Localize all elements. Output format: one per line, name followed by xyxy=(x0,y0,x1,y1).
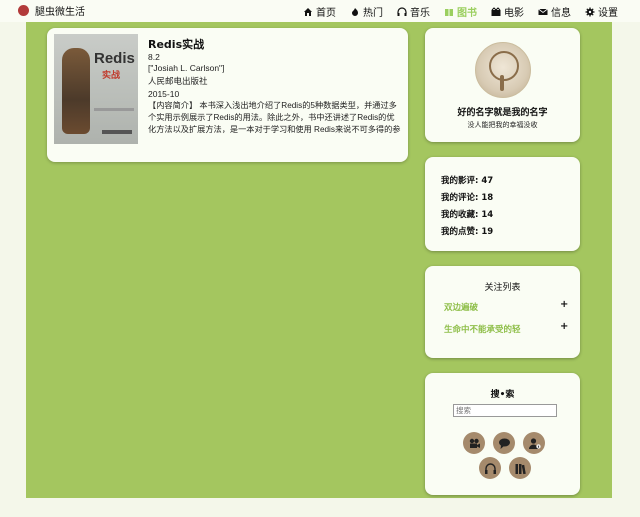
stat-value: 18 xyxy=(481,193,494,203)
search-card: 搜•索 xyxy=(425,373,580,495)
stat-reviews[interactable]: 我的影评: 47 xyxy=(441,174,493,186)
avatar[interactable] xyxy=(475,42,531,98)
brand-name: 腿虫微生活 xyxy=(35,7,85,18)
follow-card: 关注列表 双边遍破 + 生命中不能承受的轻 + xyxy=(425,266,580,358)
cover-subtitle: 实战 xyxy=(102,71,121,81)
profile-name: 好的名字就是我的名字 xyxy=(457,108,548,118)
nav-settings[interactable]: 设置 xyxy=(585,4,618,19)
stat-label: 我的点赞: xyxy=(441,227,479,237)
book-cover-image[interactable]: Redis 实战 xyxy=(54,34,138,144)
follow-title: 关注列表 xyxy=(484,283,521,293)
home-icon xyxy=(304,7,312,16)
nav-messages[interactable]: 信息 xyxy=(538,4,571,19)
page-margin-bottom xyxy=(26,498,612,517)
cover-figure xyxy=(62,48,90,134)
top-navbar: 腿虫微生活 首页 热门 音乐 图书 电影 信息 设置 xyxy=(0,0,640,23)
movie-camera-icon[interactable] xyxy=(463,432,485,454)
cover-divider xyxy=(94,108,134,111)
search-input[interactable] xyxy=(453,404,557,417)
stat-label: 我的影评: xyxy=(441,176,479,186)
nav-label: 电影 xyxy=(504,8,524,19)
follow-add-button[interactable]: + xyxy=(560,321,568,332)
book-icon xyxy=(445,8,453,16)
gear-icon xyxy=(585,7,595,16)
brand[interactable]: 腿虫微生活 xyxy=(18,3,85,18)
stats-card: 我的影评: 47 我的评论: 18 我的收藏: 14 我的点赞: 19 xyxy=(425,157,580,251)
book-publisher: 人民邮电出版社 xyxy=(148,76,208,86)
profile-motto: 没人能把我的幸福没收 xyxy=(467,121,538,129)
fire-icon xyxy=(352,7,358,16)
feather-icon xyxy=(500,75,504,91)
books-icon[interactable] xyxy=(509,457,531,479)
user-info-icon[interactable] xyxy=(523,432,545,454)
book-author: ["Josiah L. Carlson"] xyxy=(148,63,225,73)
nav-label: 图书 xyxy=(457,8,477,19)
stat-likes[interactable]: 我的点赞: 19 xyxy=(441,225,493,237)
book-rating: 8.2 xyxy=(148,52,160,62)
stat-value: 14 xyxy=(481,210,494,220)
stat-favorites[interactable]: 我的收藏: 14 xyxy=(441,208,493,220)
headphones-icon[interactable] xyxy=(479,457,501,479)
envelope-icon xyxy=(538,8,548,15)
stat-value: 47 xyxy=(481,176,494,186)
nav-home[interactable]: 首页 xyxy=(303,4,336,19)
dreamcatcher-icon xyxy=(489,51,519,81)
page-margin-left xyxy=(0,22,26,517)
nav-books[interactable]: 图书 xyxy=(444,4,477,19)
book-intro: 【内容简介】 本书深入浅出地介绍了Redis的5种数据类型，并通过多个实用示例展… xyxy=(148,101,401,134)
book-date: 2015-10 xyxy=(148,89,180,99)
follow-item[interactable]: 双边遍破 xyxy=(444,301,478,313)
headphones-icon xyxy=(397,6,407,16)
follow-add-button[interactable]: + xyxy=(560,299,568,310)
main-nav: 首页 热门 音乐 图书 电影 信息 设置 xyxy=(303,4,618,19)
stat-label: 我的评论: xyxy=(441,193,479,203)
nav-label: 首页 xyxy=(316,8,336,19)
stat-value: 19 xyxy=(481,227,494,237)
nav-label: 音乐 xyxy=(410,8,430,19)
nav-label: 设置 xyxy=(598,8,618,19)
film-icon xyxy=(491,6,501,16)
brand-logo-icon xyxy=(18,5,29,16)
nav-label: 信息 xyxy=(551,8,571,19)
search-title: 搜•索 xyxy=(490,390,515,400)
follow-item[interactable]: 生命中不能承受的轻 xyxy=(444,323,521,335)
chat-bubble-icon[interactable] xyxy=(493,432,515,454)
stat-label: 我的收藏: xyxy=(441,210,479,220)
nav-hot[interactable]: 热门 xyxy=(350,4,383,19)
nav-label: 热门 xyxy=(363,8,383,19)
cover-title: Redis xyxy=(94,50,135,67)
profile-card: 好的名字就是我的名字 没人能把我的幸福没收 xyxy=(425,28,580,142)
nav-movies[interactable]: 电影 xyxy=(491,4,524,19)
stat-comments[interactable]: 我的评论: 18 xyxy=(441,191,493,203)
book-title[interactable]: Redis实战 xyxy=(148,36,204,52)
nav-music[interactable]: 音乐 xyxy=(397,4,430,19)
book-card[interactable]: Redis 实战 Redis实战 8.2 ["Josiah L. Carlson… xyxy=(47,28,408,162)
cover-publisher-mark xyxy=(102,130,132,134)
page-margin-right xyxy=(612,22,640,517)
